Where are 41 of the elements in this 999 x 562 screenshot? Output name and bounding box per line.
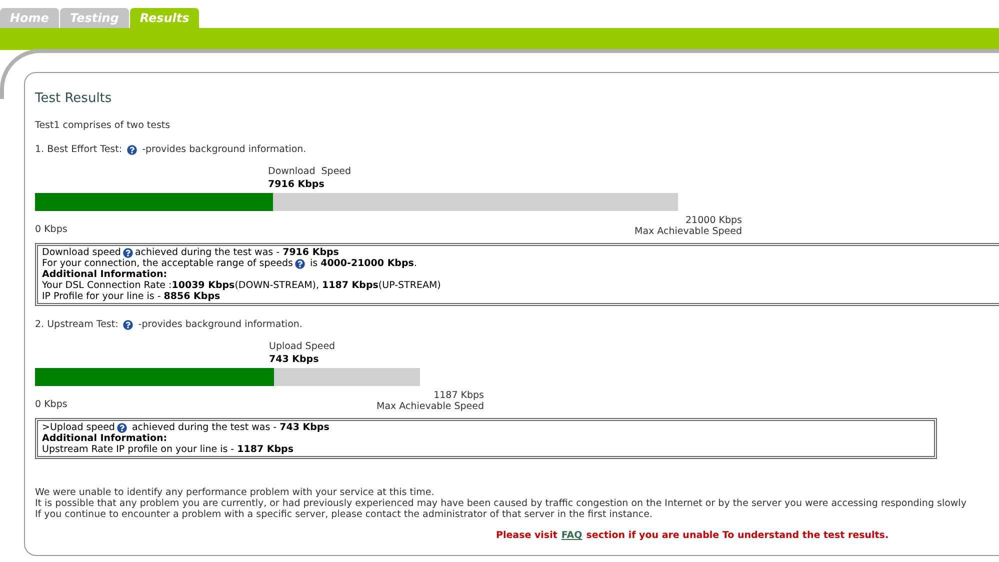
info-line: Upstream Rate IP profile on your line is - 1187 Kbps: [42, 444, 294, 456]
meter-value: 743 Kbps: [269, 353, 319, 366]
note-text: We were unable to identify any performance problem with your service at this time.: [35, 487, 436, 498]
min-speed: 0 Kbps: [35, 399, 68, 410]
info-line: IP Profile for your line is - 8856 Kbps: [42, 291, 220, 302]
max-speed: 21000 Kbps: [686, 215, 742, 226]
help-icon[interactable]: [294, 258, 305, 268]
nav-tab[interactable]: Results: [130, 8, 200, 28]
test-note: -provides background information.: [138, 318, 302, 332]
info-line: achieved during the test was - 743 Kbps: [130, 422, 330, 434]
info-line: Download speed: [42, 247, 121, 258]
note-text: If you continue to encounter a problem with a specific server, please contact the administrator of that server in the first instance.: [35, 509, 654, 520]
nav-tab[interactable]: Testing: [60, 8, 129, 28]
info-line: achieved during the test was - 7916 Kbps: [134, 247, 339, 258]
test-note: -provides background information.: [142, 142, 306, 157]
nav-tab[interactable]: Home: [0, 8, 59, 28]
test-heading: 1. Best Effort Test:: [35, 142, 122, 157]
info-line: Additional Information:: [42, 269, 168, 280]
faq-text: section if you are unable To understand the test results.: [586, 529, 889, 544]
info-line: >Upload speed: [42, 422, 115, 434]
faq-link[interactable]: FAQ: [561, 529, 582, 544]
meter-value: 7916 Kbps: [268, 178, 324, 191]
intro-text: Test1 comprises of two tests: [35, 118, 172, 132]
max-speed: 1187 Kbps: [434, 390, 484, 402]
help-icon[interactable]: [122, 248, 133, 258]
min-speed: 0 Kbps: [35, 224, 68, 235]
note-text: It is possible that any problem you are currently, or had previously experienced may have been caused by traffic congestion on the Internet or by the server you were accessing responding slowly: [35, 498, 968, 510]
meter-label: Download Speed: [268, 165, 352, 178]
info-line: Your DSL Connection Rate :10039 Kbps(DOWN-STREAM), 1187 Kbps(UP-STREAM): [42, 280, 441, 291]
max-speed-label: Max Achievable Speed: [634, 226, 742, 237]
max-speed-label: Max Achievable Speed: [376, 401, 484, 412]
faq-text: Please visit: [496, 529, 558, 544]
meter-label: Upload Speed: [269, 340, 336, 354]
help-icon[interactable]: [116, 422, 127, 433]
info-line: is 4000-21000 Kbps.: [308, 258, 417, 269]
info-line: Additional Information:: [42, 433, 168, 444]
info-line: For your connection, the acceptable range of speeds: [42, 258, 293, 269]
test-heading: 2. Upstream Test:: [35, 318, 118, 332]
help-icon[interactable]: [123, 320, 134, 330]
help-icon[interactable]: [127, 144, 138, 155]
page-title: Test Results: [35, 90, 113, 108]
